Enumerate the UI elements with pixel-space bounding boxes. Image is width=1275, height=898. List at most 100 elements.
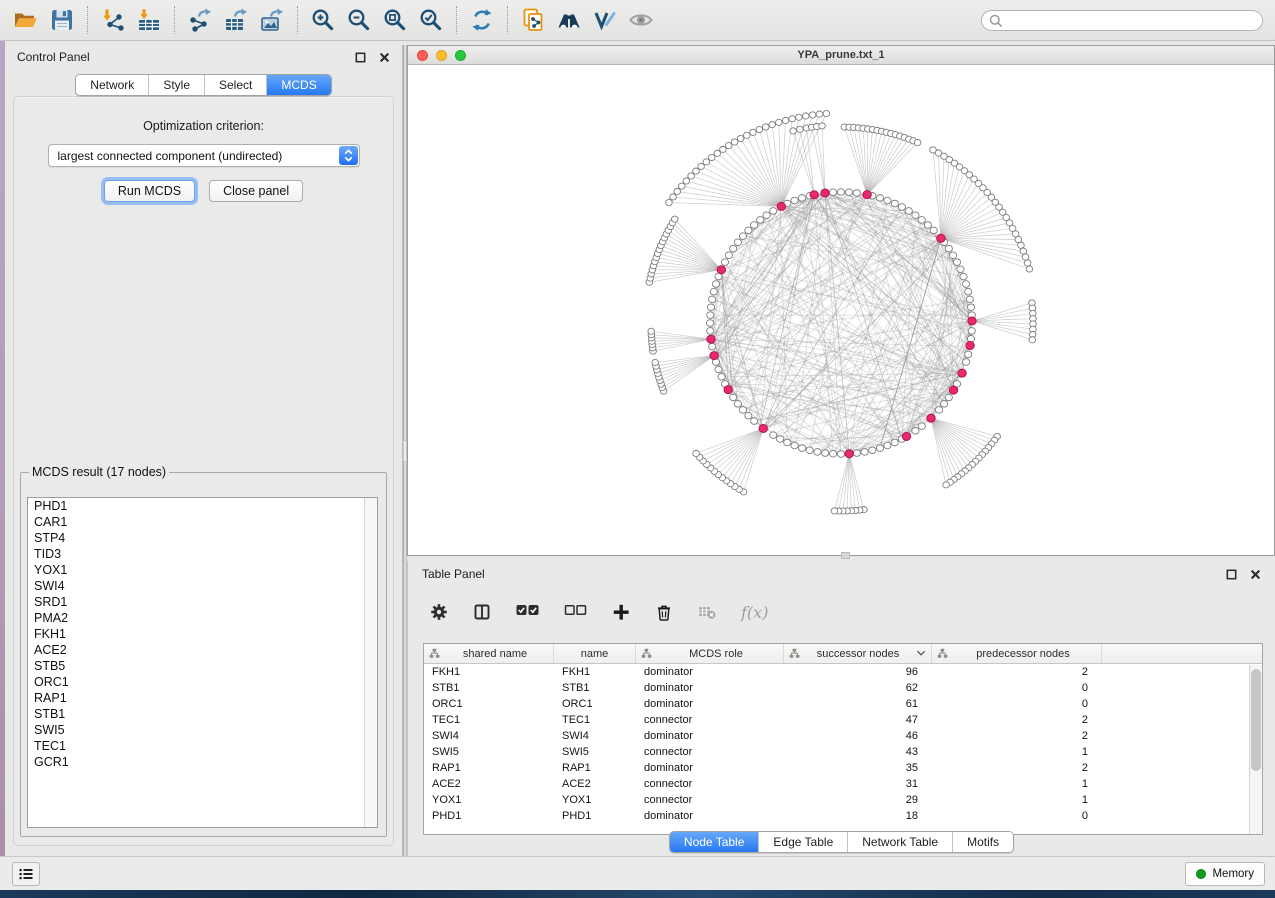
graph-node[interactable] xyxy=(734,400,741,407)
zoom-out-icon[interactable] xyxy=(341,4,377,36)
graph-node-dominator[interactable] xyxy=(966,342,974,350)
graph-node-dominator[interactable] xyxy=(707,335,715,343)
graph-node[interactable] xyxy=(751,418,758,425)
splitter-handle[interactable] xyxy=(841,552,850,559)
graph-node[interactable] xyxy=(957,266,964,273)
graph-node-dominator[interactable] xyxy=(759,424,767,432)
graph-node[interactable] xyxy=(756,126,763,132)
graph-node[interactable] xyxy=(822,450,829,457)
graph-node[interactable] xyxy=(935,407,942,414)
graph-node-dominator[interactable] xyxy=(863,191,871,199)
mcds-result-item[interactable]: SRD1 xyxy=(28,594,377,610)
mcds-result-item[interactable]: STB5 xyxy=(28,658,377,674)
graph-node[interactable] xyxy=(829,450,836,457)
task-history-button[interactable] xyxy=(12,862,40,886)
graph-node[interactable] xyxy=(884,442,891,449)
style-editor-icon[interactable] xyxy=(587,4,623,36)
graph-node[interactable] xyxy=(707,304,714,311)
graph-node[interactable] xyxy=(712,281,719,288)
graph-node-dominator[interactable] xyxy=(902,432,910,440)
graph-node[interactable] xyxy=(1018,242,1025,248)
open-session-icon[interactable] xyxy=(8,4,44,36)
graph-node[interactable] xyxy=(1024,260,1031,266)
tab-network-table[interactable]: Network Table xyxy=(847,832,952,852)
function-builder-icon[interactable]: f(x) xyxy=(741,603,768,622)
graph-node[interactable] xyxy=(674,188,681,194)
table-row[interactable]: SWI4SWI4dominator462 xyxy=(424,728,1262,744)
graph-node[interactable] xyxy=(962,281,969,288)
graph-node[interactable] xyxy=(884,197,891,204)
graph-node-dominator[interactable] xyxy=(710,352,718,360)
zoom-in-icon[interactable] xyxy=(305,4,341,36)
mcds-list-scrollbar[interactable] xyxy=(364,498,377,827)
zoom-selected-icon[interactable] xyxy=(413,4,449,36)
graph-node[interactable] xyxy=(1020,248,1027,254)
split-view-icon[interactable] xyxy=(473,603,491,621)
graph-node[interactable] xyxy=(798,195,805,202)
column-header-successor-nodes[interactable]: successor nodes xyxy=(784,644,932,663)
graph-node[interactable] xyxy=(845,189,852,196)
network-canvas[interactable] xyxy=(408,65,1274,555)
graph-node[interactable] xyxy=(891,200,898,207)
table-settings-icon[interactable] xyxy=(430,603,448,621)
graph-node[interactable] xyxy=(1026,266,1033,272)
graph-node[interactable] xyxy=(750,129,757,135)
mcds-result-item[interactable]: ORC1 xyxy=(28,674,377,690)
graph-node[interactable] xyxy=(1029,337,1036,343)
delete-row-icon[interactable] xyxy=(655,603,673,621)
column-header-shared-name[interactable]: shared name xyxy=(424,644,554,663)
graph-node[interactable] xyxy=(707,312,714,319)
graph-node[interactable] xyxy=(798,445,805,452)
graph-node[interactable] xyxy=(782,117,789,123)
window-minimize-button[interactable] xyxy=(436,50,447,61)
graph-node[interactable] xyxy=(710,288,717,295)
graph-node[interactable] xyxy=(784,439,791,446)
graph-node[interactable] xyxy=(819,123,826,129)
graph-node[interactable] xyxy=(831,508,838,514)
mcds-result-item[interactable]: PHD1 xyxy=(28,498,377,514)
import-table-icon[interactable] xyxy=(131,4,167,36)
import-network-icon[interactable] xyxy=(95,4,131,36)
graph-node[interactable] xyxy=(816,111,823,117)
graph-node[interactable] xyxy=(770,432,777,439)
graph-node[interactable] xyxy=(715,366,722,373)
graph-node[interactable] xyxy=(918,217,925,224)
graph-node-dominator[interactable] xyxy=(717,266,725,274)
mcds-result-item[interactable]: SWI4 xyxy=(28,578,377,594)
tab-motifs[interactable]: Motifs xyxy=(952,832,1013,852)
table-row[interactable]: ORC1ORC1dominator610 xyxy=(424,696,1262,712)
graph-node[interactable] xyxy=(914,139,921,145)
graph-node-dominator[interactable] xyxy=(821,189,829,197)
graph-node[interactable] xyxy=(823,110,830,116)
mcds-result-item[interactable]: SWI5 xyxy=(28,722,377,738)
close-panel-button[interactable]: Close panel xyxy=(209,180,303,202)
graph-node[interactable] xyxy=(709,343,716,350)
graph-node[interactable] xyxy=(648,328,655,334)
table-row[interactable]: TEC1TEC1connector472 xyxy=(424,712,1262,728)
graph-node[interactable] xyxy=(1015,236,1022,242)
search-input[interactable] xyxy=(981,10,1263,31)
graph-node[interactable] xyxy=(721,259,728,266)
graph-node[interactable] xyxy=(965,351,972,358)
graph-node[interactable] xyxy=(930,227,937,234)
graph-node-dominator[interactable] xyxy=(937,234,945,242)
graph-node-dominator[interactable] xyxy=(777,202,785,210)
graph-node-dominator[interactable] xyxy=(724,386,732,394)
graph-node-dominator[interactable] xyxy=(810,191,818,199)
graph-node[interactable] xyxy=(751,222,758,229)
graph-node[interactable] xyxy=(968,328,975,335)
mcds-result-item[interactable]: YOX1 xyxy=(28,562,377,578)
graph-node[interactable] xyxy=(966,296,973,303)
graph-node[interactable] xyxy=(671,216,678,222)
graph-node[interactable] xyxy=(776,119,783,125)
zoom-fit-icon[interactable] xyxy=(377,4,413,36)
add-row-icon[interactable] xyxy=(612,603,630,621)
graph-node[interactable] xyxy=(734,239,741,246)
close-panel-icon[interactable] xyxy=(1249,568,1261,580)
graph-node[interactable] xyxy=(962,359,969,366)
graph-node[interactable] xyxy=(967,335,974,342)
graph-node[interactable] xyxy=(837,189,844,196)
graph-node[interactable] xyxy=(876,445,883,452)
graph-node[interactable] xyxy=(739,233,746,240)
graph-node[interactable] xyxy=(693,450,700,456)
